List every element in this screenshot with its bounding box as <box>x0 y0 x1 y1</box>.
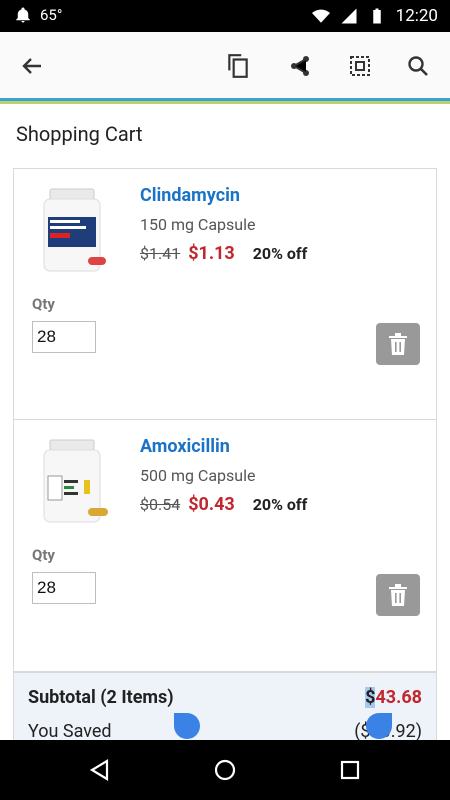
triangle-back-icon <box>89 759 109 781</box>
quantity-input[interactable]: 28 <box>32 321 96 353</box>
item-form: 150 mg Capsule <box>140 215 256 234</box>
selection-handle-end[interactable] <box>366 713 392 739</box>
item-name-link[interactable]: Clindamycin <box>140 185 240 206</box>
selection-handle-start[interactable] <box>174 713 200 739</box>
temperature: 65° <box>40 6 63 24</box>
trash-icon <box>389 584 407 606</box>
page-title: Shopping Cart <box>16 122 143 146</box>
status-bar: 65° 12:20 <box>0 0 450 32</box>
selected-text[interactable]: $ <box>365 687 376 708</box>
quantity-input[interactable]: 28 <box>32 572 96 604</box>
nav-home-button[interactable] <box>205 752 245 788</box>
wifi-icon <box>311 9 330 23</box>
system-nav-bar <box>0 740 450 800</box>
share-button[interactable] <box>280 46 320 86</box>
copy-button[interactable] <box>218 46 258 86</box>
discount-label: 20% off <box>252 495 308 514</box>
nav-back-button[interactable] <box>80 752 120 788</box>
nav-recents-button[interactable] <box>330 752 370 788</box>
search-button[interactable] <box>398 46 438 86</box>
select-all-button[interactable] <box>340 46 380 86</box>
cart-item: Clindamycin 150 mg Capsule $1.41 $1.13 2… <box>13 168 437 420</box>
notification-bell-icon <box>16 7 30 23</box>
qty-label: Qty <box>32 546 55 564</box>
original-price: $1.41 <box>140 244 181 263</box>
copy-icon <box>228 54 248 78</box>
subtotal-value: $43.68 <box>365 687 422 708</box>
signal-icon <box>341 8 357 24</box>
discount-label: 20% off <box>252 244 308 263</box>
sale-price: $1.13 <box>188 243 235 264</box>
header-accent-line <box>0 98 450 104</box>
item-form: 500 mg Capsule <box>140 466 256 485</box>
action-bar <box>0 32 450 98</box>
search-icon <box>408 56 428 76</box>
pill-bottle-image <box>43 439 108 523</box>
sale-price: $0.43 <box>188 494 235 515</box>
price-row: $0.54 $0.43 20% off <box>140 494 307 515</box>
recents-square-icon <box>340 760 360 780</box>
subtotal-label: Subtotal (2 Items) <box>28 687 174 708</box>
price-row: $1.41 $1.13 20% off <box>140 243 307 264</box>
home-circle-icon <box>214 759 236 781</box>
order-summary: Subtotal (2 Items) $43.68 You Saved ($10… <box>13 672 437 740</box>
original-price: $0.54 <box>140 495 181 514</box>
qty-label: Qty <box>32 295 55 313</box>
back-arrow-icon <box>22 58 41 74</box>
pill-bottle-image <box>43 188 106 272</box>
saved-label: You Saved <box>28 721 112 740</box>
cart-item: Amoxicillin 500 mg Capsule $0.54 $0.43 2… <box>13 420 437 672</box>
remove-item-button[interactable] <box>376 323 420 365</box>
item-name-link[interactable]: Amoxicillin <box>140 436 230 457</box>
trash-icon <box>389 333 407 355</box>
back-button[interactable] <box>12 46 52 86</box>
subtotal-amount: 43.68 <box>375 687 422 708</box>
battery-icon <box>372 8 381 24</box>
share-icon <box>291 56 309 76</box>
remove-item-button[interactable] <box>376 574 420 616</box>
select-all-icon <box>350 56 370 76</box>
clock: 12:20 <box>395 6 438 26</box>
